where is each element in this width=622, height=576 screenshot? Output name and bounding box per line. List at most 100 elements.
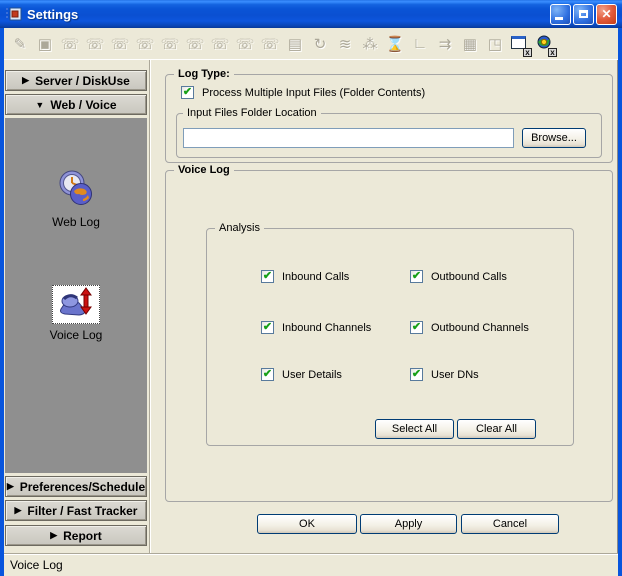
close-session-tool-icon[interactable]: x [533, 32, 557, 56]
analysis-group-title: Analysis [215, 221, 264, 235]
close-icon: ✕ [601, 8, 611, 20]
log-type-group-title: Log Type: [174, 67, 234, 81]
toolbar-disabled-icon-18: ⇉ [433, 32, 457, 56]
ok-button-label: OK [299, 518, 315, 530]
main-panel: Log Type: ✔ Process Multiple Input Files… [153, 60, 618, 553]
toolbar-disabled-icon-3: ☏ [58, 32, 82, 56]
window-title: Settings [27, 7, 548, 22]
chevron-right-icon: ▶ [22, 75, 29, 86]
analysis-group: Analysis ✔ Inbound Calls ✔ Outbound Call… [206, 228, 574, 446]
outbound-channels-label: Outbound Channels [431, 322, 529, 334]
voice-log-label: Voice Log [50, 328, 103, 342]
outbound-calls-checkbox[interactable]: ✔ [410, 270, 423, 283]
status-text: Voice Log [10, 558, 63, 572]
inbound-calls-checkbox[interactable]: ✔ [261, 270, 274, 283]
check-icon: ✔ [183, 87, 192, 98]
cancel-button-label: Cancel [493, 518, 527, 530]
toolbar-disabled-icon-7: ☏ [158, 32, 182, 56]
outbound-calls-row: ✔ Outbound Calls [410, 270, 507, 283]
check-icon: ✔ [263, 322, 272, 333]
chevron-right-icon: ▶ [7, 481, 14, 492]
browse-button[interactable]: Browse... [522, 128, 586, 148]
toolbar-disabled-icon-13: ↻ [308, 32, 332, 56]
section-label: Report [63, 529, 102, 543]
user-details-checkbox[interactable]: ✔ [261, 368, 274, 381]
toolbar-disabled-icon-5: ☏ [108, 32, 132, 56]
toolbar-disabled-icon-10: ☏ [233, 32, 257, 56]
web-log-icon [57, 169, 95, 207]
voice-log-group: Voice Log Analysis ✔ Inbound Calls ✔ Out… [165, 170, 613, 502]
voice-log-icon [57, 287, 95, 319]
sidebar-section-filter-fast-tracker[interactable]: ▶ Filter / Fast Tracker [5, 500, 147, 521]
maximize-button[interactable] [573, 4, 594, 25]
toolbar-disabled-icon-16: ⌛ [383, 32, 407, 56]
folder-location-input[interactable] [183, 128, 514, 148]
inbound-calls-row: ✔ Inbound Calls [261, 270, 349, 283]
chevron-right-icon: ▶ [50, 530, 57, 541]
clear-all-button[interactable]: Clear All [457, 419, 536, 439]
voice-log-item[interactable]: Voice Log [50, 285, 103, 342]
title-bar: Settings ✕ [0, 0, 622, 28]
settings-window: Settings ✕ ✎ ▣ ☏ ☏ ☏ ☏ ☏ ☏ ☏ ☏ ☏ ▤ ↻ ≋ ⁂… [0, 0, 622, 576]
inbound-channels-checkbox[interactable]: ✔ [261, 321, 274, 334]
close-window-tool-icon[interactable]: x [508, 32, 532, 56]
toolbar-disabled-icon-8: ☏ [183, 32, 207, 56]
close-button[interactable]: ✕ [596, 4, 617, 25]
minimize-icon [555, 17, 563, 20]
maximize-icon [579, 10, 588, 18]
toolbar: ✎ ▣ ☏ ☏ ☏ ☏ ☏ ☏ ☏ ☏ ☏ ▤ ↻ ≋ ⁂ ⌛ ∟ ⇉ ▦ ◳ … [4, 28, 618, 60]
check-icon: ✔ [263, 369, 272, 380]
inbound-calls-label: Inbound Calls [282, 271, 349, 283]
toolbar-disabled-icon-1: ✎ [8, 32, 32, 56]
inbound-channels-label: Inbound Channels [282, 322, 371, 334]
outbound-channels-checkbox[interactable]: ✔ [410, 321, 423, 334]
voice-log-group-title: Voice Log [174, 163, 234, 177]
user-details-row: ✔ User Details [261, 368, 342, 381]
apply-button[interactable]: Apply [360, 514, 457, 534]
clear-all-label: Clear All [476, 423, 517, 435]
sidebar: ▶ Server / DiskUse ▼ Web / Voice [4, 60, 148, 553]
x-badge-icon: x [548, 48, 557, 57]
apply-button-label: Apply [395, 518, 423, 530]
process-multiple-input-checkbox[interactable]: ✔ [181, 86, 194, 99]
toolbar-disabled-icon-12: ▤ [283, 32, 307, 56]
sidebar-section-web-voice[interactable]: ▼ Web / Voice [5, 94, 147, 115]
toolbar-disabled-icon-11: ☏ [258, 32, 282, 56]
app-icon [6, 6, 22, 22]
select-all-label: Select All [392, 423, 437, 435]
select-all-button[interactable]: Select All [375, 419, 454, 439]
web-log-iconbox [53, 168, 99, 211]
check-icon: ✔ [412, 322, 421, 333]
user-dns-row: ✔ User DNs [410, 368, 479, 381]
x-badge-icon: x [523, 48, 532, 57]
sidebar-section-preferences-schedule[interactable]: ▶ Preferences/Schedule [5, 476, 147, 497]
sidebar-section-server-diskuse[interactable]: ▶ Server / DiskUse [5, 70, 147, 91]
log-selector-panel: Web Log Voice Log [5, 118, 147, 473]
section-label: Server / DiskUse [35, 74, 130, 88]
voice-log-iconbox [52, 285, 100, 324]
client-area: ▶ Server / DiskUse ▼ Web / Voice [4, 60, 618, 553]
toolbar-disabled-icon-9: ☏ [208, 32, 232, 56]
toolbar-disabled-icon-2: ▣ [33, 32, 57, 56]
outbound-channels-row: ✔ Outbound Channels [410, 321, 529, 334]
sidebar-section-report[interactable]: ▶ Report [5, 525, 147, 546]
check-icon: ✔ [412, 369, 421, 380]
folder-group-title: Input Files Folder Location [183, 106, 321, 120]
minimize-button[interactable] [550, 4, 571, 25]
web-log-item[interactable]: Web Log [52, 168, 100, 229]
user-dns-label: User DNs [431, 369, 479, 381]
log-type-group: Log Type: ✔ Process Multiple Input Files… [165, 74, 613, 163]
ok-button[interactable]: OK [257, 514, 357, 534]
chevron-down-icon: ▼ [35, 100, 44, 110]
chevron-right-icon: ▶ [15, 505, 22, 516]
multi-input-row: ✔ Process Multiple Input Files (Folder C… [181, 86, 425, 99]
toolbar-disabled-icon-17: ∟ [408, 32, 432, 56]
toolbar-disabled-icon-6: ☏ [133, 32, 157, 56]
toolbar-disabled-icon-14: ≋ [333, 32, 357, 56]
section-label: Filter / Fast Tracker [27, 504, 137, 518]
user-dns-checkbox[interactable]: ✔ [410, 368, 423, 381]
toolbar-disabled-icon-19: ▦ [458, 32, 482, 56]
vertical-separator [149, 60, 151, 553]
cancel-button[interactable]: Cancel [461, 514, 559, 534]
section-label: Preferences/Schedule [20, 480, 145, 494]
